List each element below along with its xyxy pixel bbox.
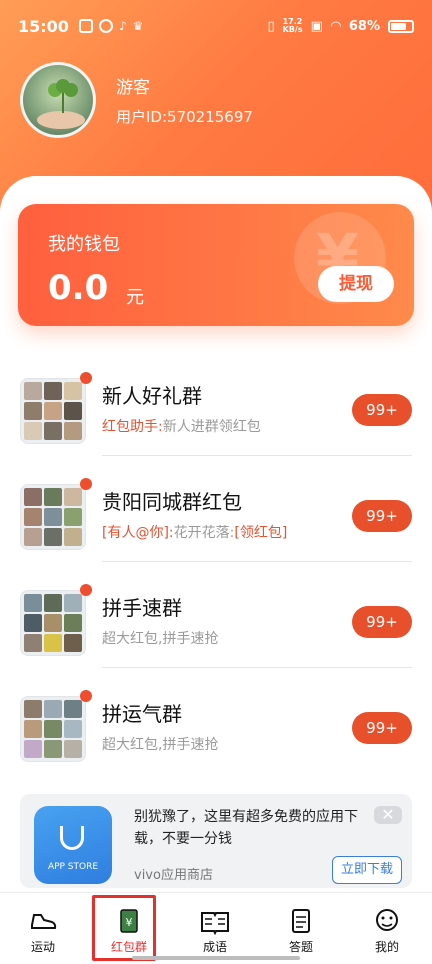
bottom-nav: 运动 ¥ 红包群 成语 答题 我的 [0,892,432,964]
network-speed: 17.2 KB/s [282,17,303,34]
unread-badge: 99+ [352,500,412,532]
tiktok-icon: ♪ [118,19,127,33]
user-id: 用户ID:570215697 [116,108,253,126]
wifi-icon: ◠ [330,18,341,34]
status-right: ▯ 17.2 KB/s ▣ ◠ 68% [267,18,414,34]
nav-item-idioms[interactable]: 成语 [172,893,258,964]
group-title: 拼手速群 [102,596,182,620]
group-subtitle: 超大红包,拼手速抢 [102,631,219,647]
status-time: 15:00 [18,16,69,36]
user-name: 游客 [116,78,150,98]
battery-icon [388,19,414,33]
user-profile[interactable]: 游客 用户ID:570215697 [20,62,253,138]
nav-label: 运动 [30,940,55,954]
nav-label: 答题 [288,940,313,954]
group-title: 拼运气群 [102,702,182,726]
group-item[interactable]: 贵阳同城群红包 [有人@你]:花开花落:[领红包] 99+ [20,478,412,562]
app-store-icon: APP STORE [34,806,112,884]
group-subtitle: [有人@你]:花开花落:[领红包] [102,525,288,541]
group-title: 新人好礼群 [102,384,202,408]
divider [102,667,412,668]
nav-label: 成语 [202,940,227,954]
wallet-unit: 元 [126,287,144,308]
profile-info: 游客 用户ID:570215697 [116,73,253,127]
quiz-icon [292,909,310,933]
avatar[interactable] [20,62,96,138]
app-screen: 15:00 ♪ ♛ ▯ 17.2 KB/s ▣ ◠ 68% 游客 用户ID:57… [0,0,432,964]
shoe-icon [31,914,57,929]
nav-item-quiz[interactable]: 答题 [258,893,344,964]
unread-badge: 99+ [352,712,412,744]
vibrate-icon: ▯ [267,18,275,34]
nav-item-mine[interactable]: 我的 [344,893,430,964]
unread-badge: 99+ [352,606,412,638]
active-tab-highlight [92,895,156,961]
download-button[interactable]: 立即下载 [332,856,402,884]
ad-source: vivo应用商店 [134,868,213,883]
crown-icon: ♛ [132,19,144,33]
battery-percent: 68% [348,18,380,34]
wallet-card[interactable]: ¥ 我的钱包 0.0 元 提现 [18,204,414,326]
sim-icon: ▣ [310,18,323,34]
group-subtitle: 超大红包,拼手速抢 [102,737,219,753]
group-avatar [20,378,86,444]
nav-label: 我的 [374,940,399,954]
unread-badge: 99+ [352,394,412,426]
group-item[interactable]: 拼运气群 超大红包,拼手速抢 99+ [20,690,412,774]
group-title: 贵阳同城群红包 [102,490,242,514]
group-avatar [20,696,86,762]
divider [102,455,412,456]
notification-icon [78,19,93,33]
status-bar: 15:00 ♪ ♛ ▯ 17.2 KB/s ▣ ◠ 68% [0,0,432,52]
status-app-icons: ♪ ♛ [78,19,144,33]
smile-icon [376,909,398,931]
group-avatar [20,484,86,550]
withdraw-button[interactable]: 提现 [318,266,394,302]
unread-dot [80,584,92,596]
group-item[interactable]: 拼手速群 超大红包,拼手速抢 99+ [20,584,412,668]
close-ad-button[interactable]: ✕ [374,806,402,824]
book-icon [201,912,229,935]
unread-dot [80,690,92,702]
unread-dot [80,478,92,490]
group-item[interactable]: 新人好礼群 红包助手:新人进群领红包 99+ [20,372,412,456]
group-avatar [20,590,86,656]
divider [102,561,412,562]
group-subtitle: 红包助手:新人进群领红包 [102,419,261,435]
home-indicator[interactable] [132,956,300,960]
wallet-title: 我的钱包 [48,234,120,255]
ad-text: 别犹豫了，这里有超多免费的应用下载，不要一分钱 [134,809,358,847]
nav-item-sport[interactable]: 运动 [0,893,86,964]
wallet-amount: 0.0 [48,268,109,308]
ad-banner[interactable]: APP STORE 别犹豫了，这里有超多免费的应用下载，不要一分钱 vivo应用… [20,794,412,888]
unread-dot [80,372,92,384]
app-badge-icon [98,19,113,33]
